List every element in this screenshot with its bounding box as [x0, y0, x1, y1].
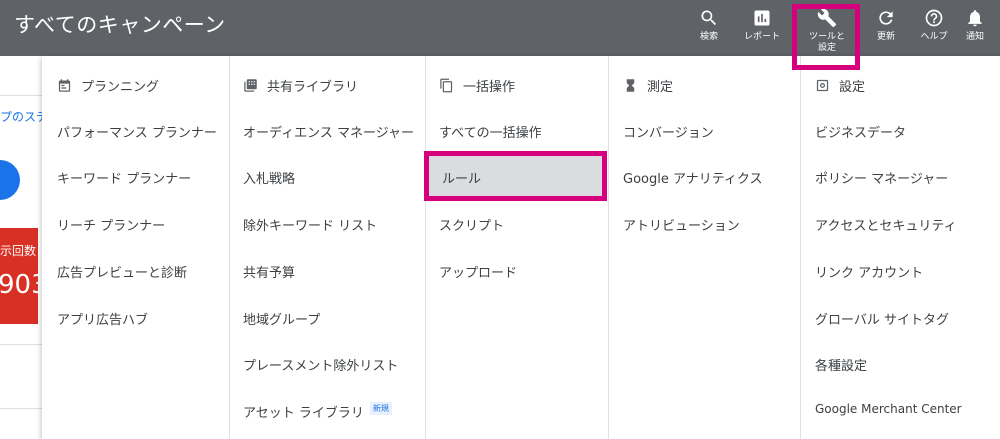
menu-item-performance-planner[interactable]: パフォーマンス プランナー: [57, 122, 217, 141]
tools-menu: プランニング パフォーマンス プランナー キーワード プランナー リーチ プラン…: [42, 56, 1000, 439]
bulk-actions-heading-label: 一括操作: [463, 80, 516, 95]
menu-item-business-data[interactable]: ビジネスデータ: [815, 122, 906, 141]
menu-item-merchant-center[interactable]: Google Merchant Center: [815, 402, 962, 416]
menu-item-google-analytics[interactable]: Google アナリティクス: [623, 168, 763, 187]
rules-label: ルール: [442, 172, 482, 187]
menu-item-audience-manager[interactable]: オーディエンス マネージャー: [243, 122, 414, 141]
calendar-icon: [58, 79, 71, 92]
refresh-button[interactable]: 更新: [872, 8, 900, 43]
shared-library-heading: 共有ライブラリ: [243, 76, 358, 95]
settings-icon: [816, 79, 829, 92]
help-button[interactable]: ヘルプ: [918, 8, 950, 43]
menu-item-asset-library[interactable]: アセット ライブラリ 新規: [243, 402, 392, 421]
menu-item-uploads[interactable]: アップロード: [439, 262, 517, 281]
menu-item-ad-preview[interactable]: 広告プレビューと診断: [57, 262, 187, 281]
tools-highlight-box: [792, 4, 860, 70]
shared-library-column: 共有ライブラリ オーディエンス マネージャー 入札戦略 除外キーワード リスト …: [229, 56, 425, 439]
bulk-actions-heading: 一括操作: [439, 76, 515, 95]
planning-column: プランニング パフォーマンス プランナー キーワード プランナー リーチ プラン…: [42, 56, 229, 439]
planning-heading-label: プランニング: [81, 80, 160, 95]
background-link[interactable]: プのステ: [0, 108, 48, 125]
menu-item-access-security[interactable]: アクセスとセキュリティ: [815, 215, 957, 234]
metric-card[interactable]: 示回数 ▾ 903: [0, 228, 38, 324]
measurement-column: 測定 コンバージョン Google アナリティクス アトリビューション: [608, 56, 800, 439]
background-divider: [0, 95, 42, 96]
bulk-actions-column: 一括操作 すべての一括操作 スクリプト アップロード: [425, 56, 608, 439]
menu-item-shared-budgets[interactable]: 共有予算: [243, 262, 295, 281]
search-icon: [701, 10, 717, 26]
library-icon: [244, 79, 257, 92]
menu-item-conversions[interactable]: コンバージョン: [623, 122, 714, 141]
refresh-label: 更新: [876, 32, 895, 42]
background-divider-3: [0, 408, 42, 409]
measurement-heading-label: 測定: [647, 80, 674, 95]
search-label: 検索: [699, 32, 718, 42]
copy-icon: [440, 78, 453, 93]
page-title: すべてのキャンペーン: [14, 13, 226, 37]
measurement-heading: 測定: [623, 76, 673, 95]
search-button[interactable]: 検索: [695, 8, 723, 43]
asset-library-label: アセット ライブラリ: [243, 406, 364, 421]
menu-item-policy-manager[interactable]: ポリシー マネージャー: [815, 168, 948, 187]
menu-item-placement-exclusion-lists[interactable]: プレースメント除外リスト: [243, 355, 398, 374]
help-label: ヘルプ: [920, 32, 948, 42]
menu-item-app-ad-hub[interactable]: アプリ広告ハブ: [57, 309, 148, 328]
setup-heading: 設定: [815, 76, 865, 95]
hourglass-icon: [626, 79, 635, 92]
new-badge: 新規: [369, 402, 392, 415]
report-button[interactable]: レポート: [740, 8, 784, 43]
menu-item-linked-accounts[interactable]: リンク アカウント: [815, 262, 923, 281]
menu-item-bid-strategies[interactable]: 入札戦略: [243, 168, 295, 187]
menu-item-scripts[interactable]: スクリプト: [439, 215, 504, 234]
report-icon: [754, 10, 770, 26]
background-divider-2: [0, 344, 42, 345]
menu-item-rules[interactable]: ルール: [424, 151, 607, 201]
menu-item-all-bulk-actions[interactable]: すべての一括操作: [439, 122, 542, 141]
metric-value: 903: [0, 270, 38, 300]
metric-label: 示回数 ▾: [0, 244, 38, 258]
menu-item-preferences[interactable]: 各種設定: [815, 355, 867, 374]
menu-item-global-site-tag[interactable]: グローバル サイトタグ: [815, 309, 949, 328]
planning-heading: プランニング: [57, 76, 159, 95]
menu-item-reach-planner[interactable]: リーチ プランナー: [57, 215, 165, 234]
report-label: レポート: [743, 32, 780, 42]
refresh-icon: [879, 11, 893, 25]
notifications-label: 通知: [965, 32, 984, 42]
bell-icon: [968, 10, 982, 27]
setup-heading-label: 設定: [839, 80, 866, 95]
help-icon: [925, 9, 943, 27]
setup-column: 設定 ビジネスデータ ポリシー マネージャー アクセスとセキュリティ リンク ア…: [800, 56, 1000, 439]
menu-item-negative-keyword-lists[interactable]: 除外キーワード リスト: [243, 215, 377, 234]
shared-library-heading-label: 共有ライブラリ: [267, 80, 359, 95]
menu-item-location-groups[interactable]: 地域グループ: [243, 309, 320, 328]
menu-item-keyword-planner[interactable]: キーワード プランナー: [57, 168, 191, 187]
notifications-button[interactable]: 通知: [962, 8, 988, 43]
menu-item-attribution[interactable]: アトリビューション: [623, 215, 740, 234]
